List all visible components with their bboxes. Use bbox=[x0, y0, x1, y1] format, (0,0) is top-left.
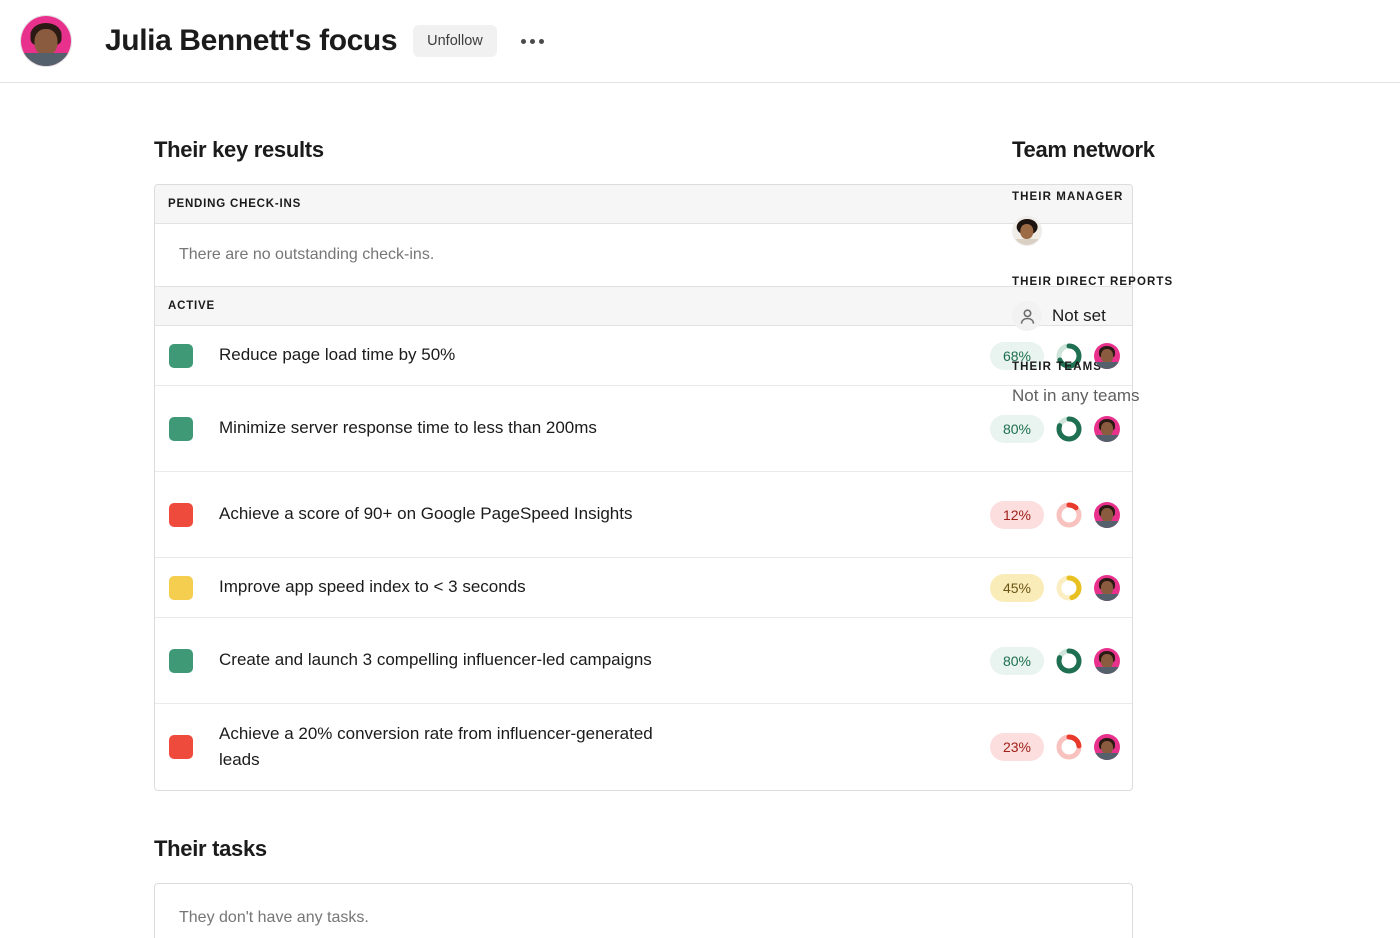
team-network-title: Team network bbox=[1012, 137, 1155, 162]
table-row[interactable]: Create and launch 3 compelling influence… bbox=[155, 618, 1132, 704]
owner-avatar-image bbox=[1094, 415, 1120, 442]
key-result-name: Minimize server response time to less th… bbox=[219, 418, 597, 438]
tasks-title: Their tasks bbox=[154, 836, 267, 861]
teams-value: Not in any teams bbox=[1012, 386, 1140, 405]
key-result-name: Improve app speed index to < 3 seconds bbox=[219, 577, 526, 597]
owner-avatar[interactable] bbox=[1094, 342, 1120, 369]
table-row[interactable]: Reduce page load time by 50% 68% bbox=[155, 326, 1132, 386]
direct-reports-block: THEIR DIRECT REPORTS Not set bbox=[1012, 276, 1400, 331]
owner-avatar[interactable] bbox=[1094, 574, 1120, 601]
unfollow-button[interactable]: Unfollow bbox=[413, 24, 497, 58]
table-row[interactable]: Minimize server response time to less th… bbox=[155, 386, 1132, 472]
table-row[interactable]: Achieve a score of 90+ on Google PageSpe… bbox=[155, 472, 1132, 558]
owner-avatar-image bbox=[1094, 574, 1120, 601]
group-header-active: ACTIVE bbox=[155, 286, 1132, 326]
direct-reports-label: THEIR DIRECT REPORTS bbox=[1012, 276, 1174, 288]
direct-reports-value-row: Not set bbox=[1012, 301, 1400, 331]
key-results-title: Their key results bbox=[154, 137, 324, 162]
top-bar: Julia Bennett's focus Unfollow bbox=[0, 0, 1400, 83]
manager-avatar-image bbox=[1013, 217, 1041, 245]
avatar[interactable] bbox=[20, 15, 72, 67]
table-row[interactable]: Improve app speed index to < 3 seconds 45… bbox=[155, 558, 1132, 618]
teams-label: THEIR TEAMS bbox=[1012, 361, 1103, 373]
key-results-card: PENDING CHECK-INS There are no outstandi… bbox=[154, 184, 1133, 791]
avatar-image bbox=[21, 16, 71, 66]
person-icon bbox=[1012, 301, 1042, 331]
main-column: Their key results PENDING CHECK-INS Ther… bbox=[0, 137, 1133, 938]
owner-avatar[interactable] bbox=[1094, 415, 1120, 442]
key-result-name: Achieve a score of 90+ on Google PageSpe… bbox=[219, 504, 633, 524]
manager-block: THEIR MANAGER bbox=[1012, 191, 1400, 246]
direct-reports-value: Not set bbox=[1052, 306, 1106, 325]
owner-avatar-image bbox=[1094, 501, 1120, 528]
teams-block: THEIR TEAMS Not in any teams bbox=[1012, 361, 1400, 406]
manager-avatar[interactable] bbox=[1012, 216, 1042, 246]
more-options-icon[interactable] bbox=[515, 31, 550, 52]
page-body: Their key results PENDING CHECK-INS Ther… bbox=[0, 83, 1400, 938]
key-result-name: Create and launch 3 compelling influence… bbox=[219, 650, 652, 670]
key-results-rows: Reduce page load time by 50% 68% Minimize … bbox=[155, 326, 1132, 790]
owner-avatar-image bbox=[1094, 342, 1120, 369]
owner-avatar-image bbox=[1094, 734, 1120, 760]
manager-label: THEIR MANAGER bbox=[1012, 191, 1124, 203]
status-swatch bbox=[169, 343, 193, 368]
owner-avatar[interactable] bbox=[1094, 501, 1120, 528]
owner-avatar[interactable] bbox=[1094, 734, 1120, 760]
table-row[interactable]: Achieve a 20% conversion rate from influ… bbox=[155, 704, 1132, 790]
status-swatch bbox=[169, 735, 193, 759]
group-header-pending: PENDING CHECK-INS bbox=[155, 185, 1132, 224]
status-swatch bbox=[169, 648, 193, 673]
key-result-name: Achieve a 20% conversion rate from influ… bbox=[219, 723, 653, 769]
key-result-name: Reduce page load time by 50% bbox=[219, 345, 456, 365]
owner-avatar[interactable] bbox=[1094, 647, 1120, 674]
status-swatch bbox=[169, 575, 193, 600]
page-title: Julia Bennett's focus bbox=[105, 24, 398, 57]
pending-empty-text: There are no outstanding check-ins. bbox=[179, 246, 435, 263]
status-swatch bbox=[169, 416, 193, 441]
tasks-empty-card: They don't have any tasks. bbox=[154, 883, 1133, 938]
status-swatch bbox=[169, 502, 193, 527]
owner-avatar-image bbox=[1094, 647, 1120, 674]
team-network-panel: Team network THEIR MANAGER THEIR DIRECT … bbox=[1000, 137, 1400, 938]
